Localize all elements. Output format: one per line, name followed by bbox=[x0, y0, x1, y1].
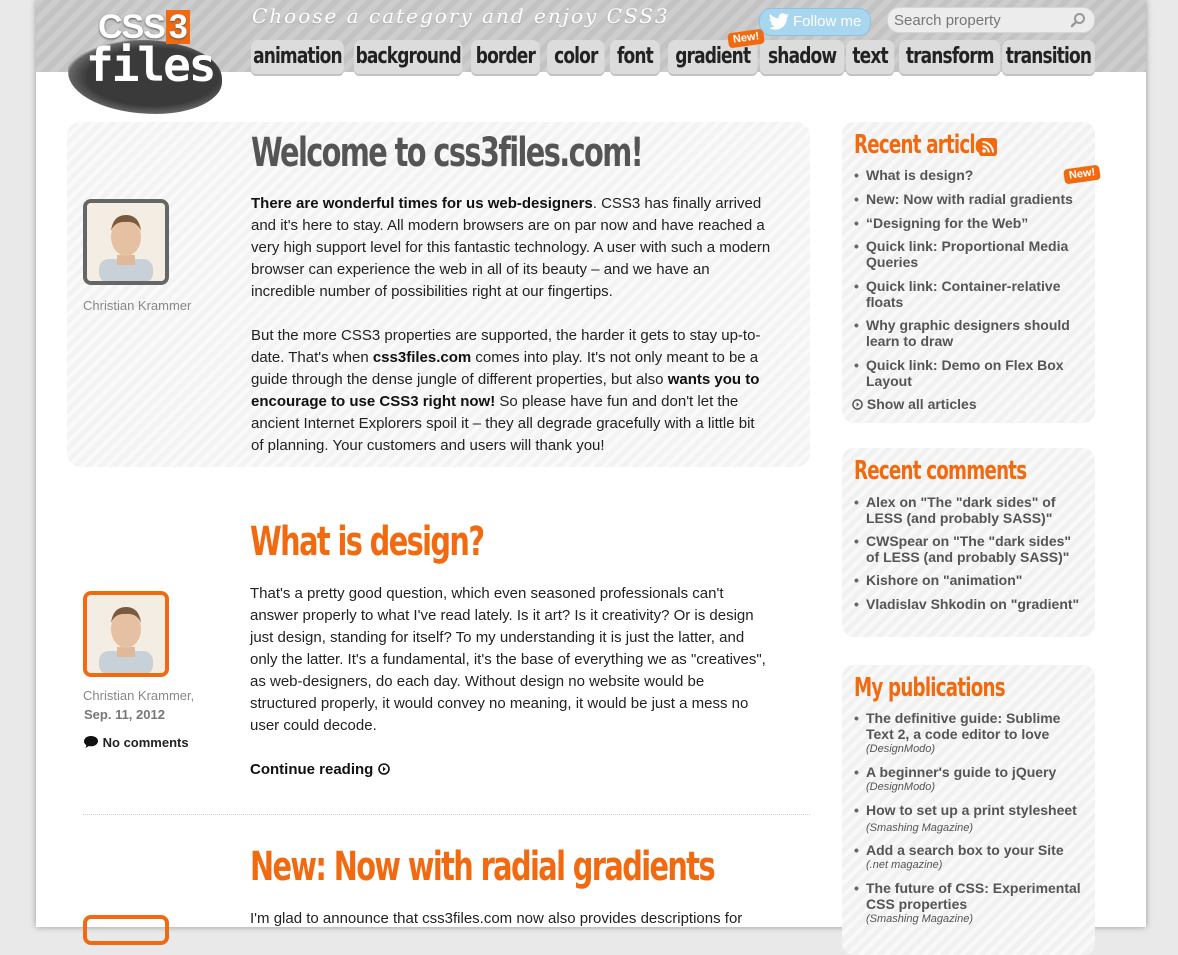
welcome-paragraph-1: There are wonderful times for us web-des… bbox=[251, 193, 771, 303]
welcome-paragraph-2: But the more CSS3 properties are support… bbox=[251, 325, 771, 457]
search-box bbox=[887, 7, 1095, 33]
arrow-circle-icon bbox=[852, 399, 863, 410]
post-excerpt: That's a pretty good question, which eve… bbox=[250, 585, 766, 734]
list-item[interactable]: New: Now with radial gradients bbox=[854, 191, 1086, 207]
welcome-p1-bold: There are wonderful times for us web-des… bbox=[251, 195, 593, 212]
publication-source: (DesignModo) bbox=[866, 781, 936, 793]
rss-icon[interactable] bbox=[979, 138, 997, 156]
site-logo[interactable]: CSS 3 files bbox=[66, 6, 226, 116]
avatar[interactable] bbox=[83, 591, 169, 677]
list-item[interactable]: “Designing for the Web” bbox=[854, 215, 1086, 231]
list-item[interactable]: Why graphic designers should learn to dr… bbox=[854, 317, 1086, 349]
search-icon[interactable] bbox=[1070, 12, 1086, 28]
author-photo bbox=[87, 595, 165, 673]
continue-reading-label: Continue reading bbox=[250, 761, 374, 778]
list-item[interactable]: Quick link: Demo on Flex Box Layout bbox=[854, 357, 1086, 389]
nav-tab-border[interactable]: border bbox=[471, 40, 540, 76]
list-item[interactable]: The definitive guide: Sublime Text 2, a … bbox=[854, 710, 1086, 756]
nav-tab-transition[interactable]: transition bbox=[1002, 40, 1095, 76]
nav-tab-text[interactable]: text bbox=[846, 40, 895, 76]
publication-title: How to set up a print stylesheet bbox=[866, 802, 1077, 818]
list-item[interactable]: Kishore on "animation" bbox=[854, 572, 1086, 588]
publication-source: (.net magazine) bbox=[866, 859, 943, 871]
publication-title: Add a search box to your Site bbox=[866, 842, 1064, 858]
post-date: Sep. 11, 2012 bbox=[84, 707, 165, 722]
publication-title: The future of CSS: Experimental CSS prop… bbox=[866, 880, 1081, 912]
recent-comments-list: Alex on "The "dark sides" of LESS (and p… bbox=[854, 494, 1086, 612]
publication-source: (Smashing Magazine) bbox=[866, 913, 973, 925]
list-item[interactable]: Alex on "The "dark sides" of LESS (and p… bbox=[854, 494, 1086, 526]
author-photo bbox=[87, 203, 165, 281]
list-item[interactable]: Add a search box to your Site (.net maga… bbox=[854, 842, 1086, 872]
post-divider bbox=[83, 814, 810, 815]
twitter-follow-button[interactable]: Follow me bbox=[759, 8, 871, 36]
logo-files-text: files bbox=[86, 38, 216, 92]
list-item[interactable]: A beginner's guide to jQuery (DesignModo… bbox=[854, 764, 1086, 794]
list-item[interactable]: Quick link: Container-relative floats bbox=[854, 278, 1086, 310]
list-item[interactable]: How to set up a print stylesheet (Smashi… bbox=[854, 802, 1086, 834]
welcome-title: Welcome to css3files.com! bbox=[251, 130, 644, 176]
publication-source: (DesignModo) bbox=[866, 743, 936, 755]
recent-articles-title: Recent articles bbox=[854, 130, 997, 160]
recent-comments-widget: Recent comments Alex on "The "dark sides… bbox=[842, 448, 1095, 637]
welcome-author: Christian Krammer bbox=[83, 298, 192, 313]
publications-list: The definitive guide: Sublime Text 2, a … bbox=[854, 710, 1086, 926]
continue-reading-link[interactable]: Continue reading bbox=[250, 759, 390, 781]
publications-title: My publications bbox=[854, 673, 1006, 703]
nav-tab-transform[interactable]: transform bbox=[899, 40, 1001, 76]
nav-tab-shadow[interactable]: shadow bbox=[760, 40, 845, 76]
list-item[interactable]: CWSpear on "The "dark sides" of LESS (an… bbox=[854, 533, 1086, 565]
publication-source: (Smashing Magazine) bbox=[866, 822, 973, 834]
twitter-bird-icon bbox=[768, 13, 789, 30]
post-title[interactable]: What is design? bbox=[250, 522, 485, 562]
nav-tab-color[interactable]: color bbox=[547, 40, 605, 76]
recent-articles-list: What is design? New: Now with radial gra… bbox=[854, 167, 1086, 389]
list-item[interactable]: Vladislav Shkodin on "gradient" bbox=[854, 596, 1086, 612]
avatar[interactable] bbox=[83, 915, 169, 945]
publication-title: A beginner's guide to jQuery bbox=[866, 764, 1057, 780]
show-all-label: Show all articles bbox=[866, 396, 977, 412]
nav-tab-font[interactable]: font bbox=[610, 40, 660, 76]
follow-label: Follow me bbox=[793, 13, 862, 30]
comments-link[interactable]: No comments bbox=[83, 735, 189, 751]
site-name-bold: css3files.com bbox=[372, 349, 472, 366]
post-author: Christian Krammer, bbox=[83, 688, 195, 703]
list-item[interactable]: Quick link: Proportional Media Queries bbox=[854, 238, 1086, 270]
list-item[interactable]: What is design? bbox=[854, 167, 1086, 183]
tagline: Choose a category and enjoy CSS3 bbox=[252, 4, 670, 28]
show-all-articles-link[interactable]: Show all articles bbox=[852, 396, 977, 412]
publication-title: The definitive guide: Sublime Text 2, a … bbox=[866, 710, 1061, 742]
post-title[interactable]: New: Now with radial gradients bbox=[250, 847, 716, 887]
search-input[interactable] bbox=[894, 9, 1064, 31]
publications-widget: My publications The definitive guide: Su… bbox=[842, 665, 1095, 955]
recent-comments-title: Recent comments bbox=[854, 456, 1027, 486]
list-item[interactable]: The future of CSS: Experimental CSS prop… bbox=[854, 880, 1086, 926]
avatar bbox=[83, 199, 169, 285]
arrow-circle-icon bbox=[377, 763, 390, 775]
nav-tab-background[interactable]: background bbox=[354, 40, 463, 76]
recent-articles-widget: Recent articles New! What is design? New… bbox=[842, 122, 1102, 423]
speech-bubble-icon bbox=[84, 736, 98, 748]
comments-label: No comments bbox=[102, 735, 189, 750]
nav-tab-animation[interactable]: animation bbox=[251, 40, 344, 76]
